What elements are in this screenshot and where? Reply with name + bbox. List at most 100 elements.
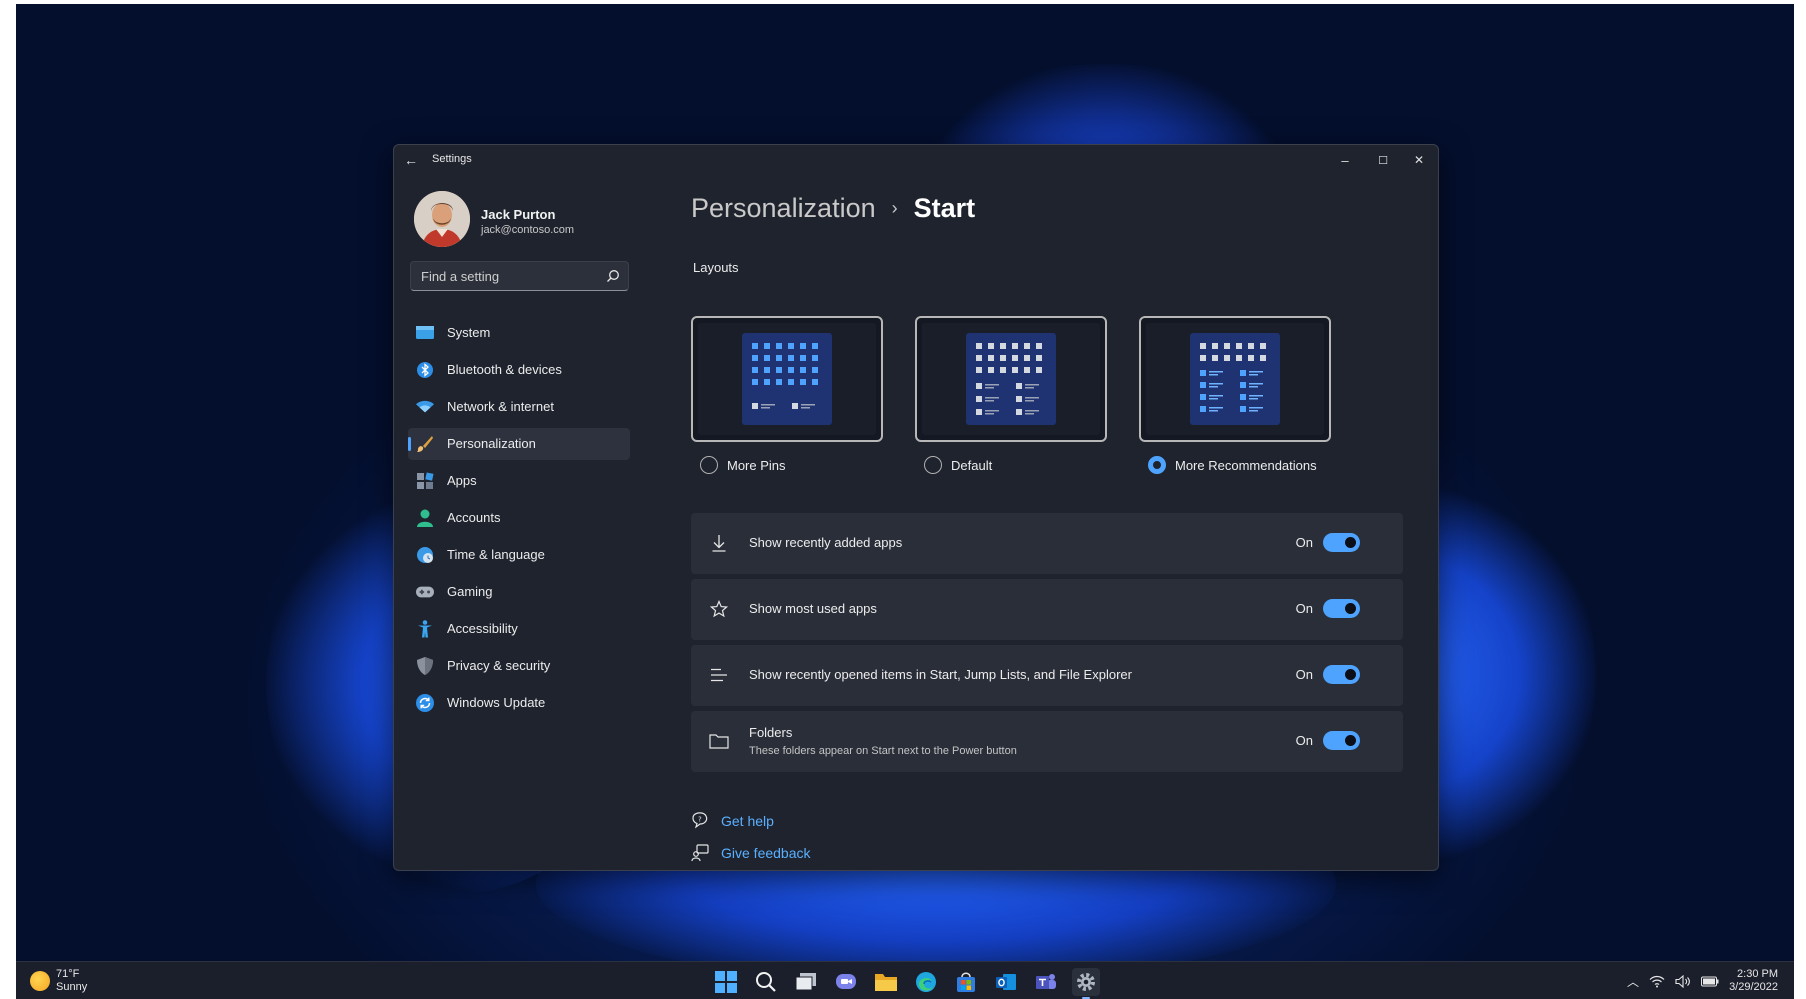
file-explorer-button[interactable] xyxy=(872,968,900,996)
layout-card-more-pins[interactable] xyxy=(691,316,883,442)
layout-option-default[interactable]: Default xyxy=(924,456,992,474)
get-help-link[interactable]: ? Get help xyxy=(691,812,774,830)
settings-taskbar-button[interactable] xyxy=(1072,968,1100,999)
weather-widget[interactable]: 71°F Sunny xyxy=(30,968,87,994)
gear-icon xyxy=(1077,973,1095,991)
sidebar-item-apps[interactable]: Apps xyxy=(408,465,630,497)
radio-button[interactable] xyxy=(700,456,718,474)
start-menu-preview xyxy=(1190,333,1280,425)
shield-icon xyxy=(416,657,434,675)
layout-option-more-recommendations[interactable]: More Recommendations xyxy=(1148,456,1317,474)
chat-button[interactable] xyxy=(832,968,860,996)
breadcrumb-parent[interactable]: Personalization xyxy=(691,193,876,224)
apps-icon xyxy=(416,472,434,490)
edge-button[interactable] xyxy=(912,968,940,996)
layout-preview-screen xyxy=(922,323,1100,435)
radio-button-selected[interactable] xyxy=(1148,456,1166,474)
setting-label: Show most used apps xyxy=(749,601,877,616)
breadcrumb-separator-icon: › xyxy=(891,198,898,218)
teams-chat-icon xyxy=(836,974,856,989)
teams-button[interactable] xyxy=(1032,968,1060,996)
sidebar-item-label: Privacy & security xyxy=(447,658,551,673)
user-email: jack@contoso.com xyxy=(481,224,575,236)
sidebar-item-privacy-security[interactable]: Privacy & security xyxy=(408,650,630,682)
sidebar-item-accessibility[interactable]: Accessibility xyxy=(408,613,630,645)
toggle-state-text: On xyxy=(1295,667,1313,682)
back-arrow-icon[interactable]: ← xyxy=(402,151,420,169)
toggle-switch[interactable] xyxy=(1323,665,1360,684)
taskbar-search-button[interactable] xyxy=(752,968,780,996)
sidebar-item-windows-update[interactable]: Windows Update xyxy=(408,687,630,719)
update-icon xyxy=(416,694,434,712)
give-feedback-label[interactable]: Give feedback xyxy=(721,845,811,861)
store-bag-icon xyxy=(957,972,975,992)
volume-icon[interactable] xyxy=(1675,974,1691,988)
sidebar-item-label: Apps xyxy=(447,473,477,488)
toggle-knob xyxy=(1345,537,1356,548)
bluetooth-icon xyxy=(416,361,434,379)
layout-card-default[interactable] xyxy=(915,316,1107,442)
sidebar-item-label: Gaming xyxy=(447,584,493,599)
layout-card-more-recommendations[interactable] xyxy=(1139,316,1331,442)
toggle-switch[interactable] xyxy=(1323,533,1360,552)
task-view-icon xyxy=(795,973,816,991)
layout-preview-screen xyxy=(698,323,876,435)
sidebar-item-bluetooth-devices[interactable]: Bluetooth & devices xyxy=(408,354,630,386)
sidebar-item-time-language[interactable]: Time & language xyxy=(408,539,630,571)
sidebar-item-system[interactable]: System xyxy=(408,317,630,349)
outlook-icon xyxy=(996,974,1016,990)
search-box[interactable] xyxy=(410,261,629,291)
minimize-button[interactable]: – xyxy=(1330,149,1360,171)
breadcrumb: Personalization › Start xyxy=(691,193,975,224)
setting-row-folders[interactable]: Folders These folders appear on Start ne… xyxy=(691,711,1403,772)
sidebar-item-personalization[interactable]: Personalization xyxy=(408,428,630,460)
start-menu-preview xyxy=(966,333,1056,425)
task-view-button[interactable] xyxy=(792,968,820,996)
system-icon xyxy=(416,324,434,342)
sun-icon xyxy=(30,971,50,991)
radio-button[interactable] xyxy=(924,456,942,474)
search-input[interactable] xyxy=(421,268,601,284)
toggle-state-text: On xyxy=(1295,535,1313,550)
setting-row-recently-opened-items[interactable]: Show recently opened items in Start, Jum… xyxy=(691,645,1403,706)
clock-date: 3/29/2022 xyxy=(1729,981,1778,993)
outlook-button[interactable] xyxy=(992,968,1020,996)
give-feedback-link[interactable]: Give feedback xyxy=(691,844,811,862)
search-icon[interactable] xyxy=(606,269,620,283)
get-help-label[interactable]: Get help xyxy=(721,813,774,829)
maximize-button[interactable]: ☐ xyxy=(1368,149,1398,171)
system-tray: ︿ 2:30 PM 3/29/2022 xyxy=(1627,968,1778,994)
close-button[interactable]: ✕ xyxy=(1404,149,1434,171)
svg-text:?: ? xyxy=(698,816,702,824)
layout-option-label: Default xyxy=(951,457,993,473)
battery-icon[interactable] xyxy=(1701,976,1719,987)
help-chat-icon: ? xyxy=(692,812,708,829)
sidebar: Jack Purton jack@contoso.com System xyxy=(394,175,634,870)
more-recommendations-preview-icon xyxy=(1200,343,1266,412)
avatar[interactable] xyxy=(414,191,470,247)
page-title: Start xyxy=(913,193,976,223)
list-icon xyxy=(709,665,729,685)
chevron-up-icon[interactable]: ︿ xyxy=(1627,973,1639,990)
store-button[interactable] xyxy=(952,968,980,996)
default-preview-icon xyxy=(976,343,1042,415)
folder-icon xyxy=(875,974,897,991)
sidebar-item-accounts[interactable]: Accounts xyxy=(408,502,630,534)
layouts-section-title: Layouts xyxy=(693,260,739,275)
layout-option-label: More Recommendations xyxy=(1175,457,1317,473)
toggle-switch[interactable] xyxy=(1323,599,1360,618)
setting-label: Show recently opened items in Start, Jum… xyxy=(749,667,1132,682)
setting-row-recently-added-apps[interactable]: Show recently added apps On xyxy=(691,513,1403,574)
setting-row-most-used-apps[interactable]: Show most used apps On xyxy=(691,579,1403,640)
wifi-icon[interactable] xyxy=(1649,975,1665,988)
clock[interactable]: 2:30 PM 3/29/2022 xyxy=(1729,968,1778,994)
sidebar-item-network-internet[interactable]: Network & internet xyxy=(408,391,630,423)
sidebar-item-label: Windows Update xyxy=(447,695,546,710)
sidebar-item-label: Accounts xyxy=(447,510,501,525)
layout-option-more-pins[interactable]: More Pins xyxy=(700,456,786,474)
start-button[interactable] xyxy=(712,968,740,996)
title-bar[interactable]: ← Settings – ☐ ✕ xyxy=(394,145,1438,175)
sidebar-item-gaming[interactable]: Gaming xyxy=(408,576,630,608)
user-name: Jack Purton xyxy=(481,207,556,222)
toggle-switch[interactable] xyxy=(1323,731,1360,750)
